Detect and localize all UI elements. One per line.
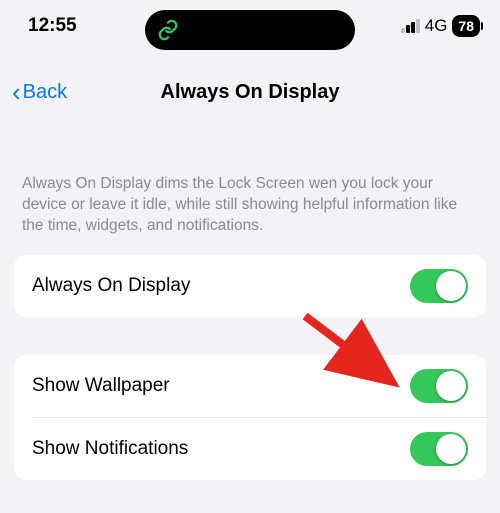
toggle-show-notifications[interactable] — [410, 432, 468, 466]
nav-bar: ‹ Back Always On Display — [0, 68, 500, 116]
toggle-show-wallpaper[interactable] — [410, 369, 468, 403]
signal-icon — [401, 19, 420, 33]
back-button[interactable]: ‹ Back — [12, 79, 67, 105]
row-label: Show Notifications — [32, 438, 188, 460]
status-time: 12:55 — [28, 15, 77, 37]
section-description: Always On Display dims the Lock Screen w… — [0, 116, 500, 249]
status-right: 4G 78 — [401, 15, 480, 37]
row-show-wallpaper: Show Wallpaper — [14, 355, 486, 417]
settings-group-options: Show Wallpaper Show Notifications — [14, 355, 486, 480]
status-bar: 12:55 4G 78 — [0, 0, 500, 48]
settings-group-main: Always On Display — [14, 255, 486, 317]
row-always-on-display: Always On Display — [14, 255, 486, 317]
back-label: Back — [23, 81, 67, 104]
dynamic-island[interactable] — [145, 10, 355, 50]
battery-icon: 78 — [452, 15, 480, 37]
page-title: Always On Display — [161, 81, 340, 104]
chevron-left-icon: ‹ — [12, 79, 21, 105]
row-label: Always On Display — [32, 275, 190, 297]
row-label: Show Wallpaper — [32, 375, 170, 397]
battery-level: 78 — [458, 18, 474, 34]
link-icon — [157, 19, 179, 41]
network-label: 4G — [425, 16, 448, 36]
toggle-always-on-display[interactable] — [410, 269, 468, 303]
row-show-notifications: Show Notifications — [32, 417, 486, 480]
